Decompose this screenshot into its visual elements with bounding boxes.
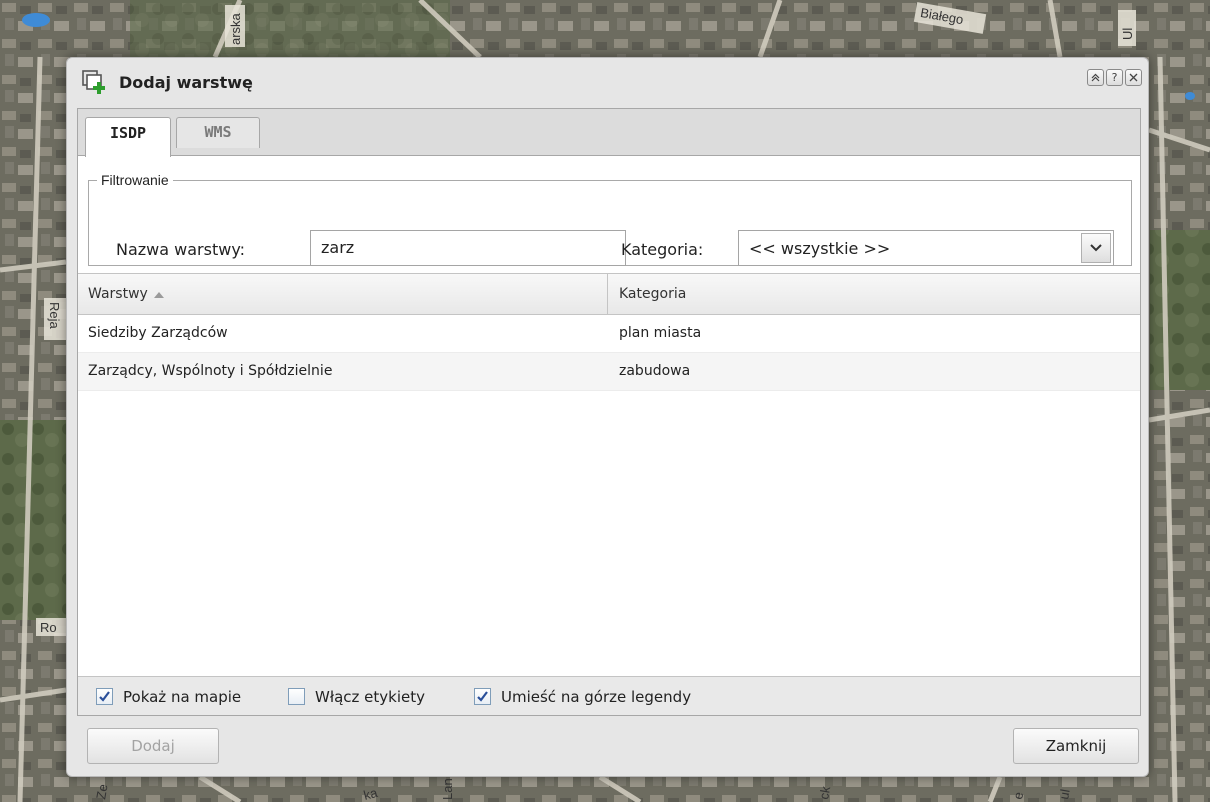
row-layer-name: Zarządcy, Wspólnoty i Spółdzielnie bbox=[88, 363, 333, 379]
category-select-value: << wszystkie >> bbox=[749, 239, 891, 258]
show-on-map-checkbox[interactable] bbox=[96, 688, 113, 705]
row-layer-name: Siedziby Zarządców bbox=[88, 325, 228, 341]
option-top-of-legend[interactable]: Umieść na górze legendy bbox=[474, 677, 691, 716]
map-label-reja: Reja bbox=[47, 302, 62, 330]
add-button[interactable]: Dodaj bbox=[87, 728, 219, 764]
map-label-arska: arska bbox=[228, 12, 243, 45]
row-category: plan miasta bbox=[619, 325, 702, 341]
options-bar: Pokaż na mapie Włącz etykiety Umieść na … bbox=[78, 676, 1140, 715]
top-of-legend-label: Umieść na górze legendy bbox=[501, 687, 692, 706]
add-layer-dialog: Dodaj warstwę ? ISDP WMS Filtrowanie Naz… bbox=[66, 57, 1149, 777]
map-label-lan: Lan bbox=[440, 778, 455, 800]
show-on-map-label: Pokaż na mapie bbox=[123, 687, 242, 706]
collapse-icon[interactable] bbox=[1087, 69, 1104, 86]
map-label-ze: Ze bbox=[93, 783, 110, 801]
column-separator[interactable] bbox=[607, 274, 608, 315]
sort-ascending-icon bbox=[153, 286, 164, 302]
enable-labels-label: Włącz etykiety bbox=[315, 687, 426, 706]
tab-isdp[interactable]: ISDP bbox=[85, 117, 171, 157]
map-label-ro: Ro bbox=[40, 620, 57, 635]
column-header-layers[interactable]: Warstwy bbox=[88, 286, 164, 302]
help-icon[interactable]: ? bbox=[1106, 69, 1123, 86]
category-select[interactable]: << wszystkie >> bbox=[738, 230, 1114, 266]
filter-legend: Filtrowanie bbox=[97, 172, 173, 188]
dialog-body: ISDP WMS Filtrowanie Nazwa warstwy: zarz… bbox=[77, 108, 1141, 716]
map-label-ul-top: Ul bbox=[1120, 28, 1135, 40]
layers-grid: Warstwy Kategoria Siedziby Zarządców pla… bbox=[78, 273, 1140, 676]
grid-header: Warstwy Kategoria bbox=[78, 274, 1140, 315]
row-category: zabudowa bbox=[619, 363, 691, 379]
table-row[interactable]: Siedziby Zarządców plan miasta bbox=[78, 315, 1140, 353]
option-enable-labels[interactable]: Włącz etykiety bbox=[288, 677, 425, 716]
column-header-category[interactable]: Kategoria bbox=[619, 286, 686, 302]
top-of-legend-checkbox[interactable] bbox=[474, 688, 491, 705]
table-row[interactable]: Zarządcy, Wspólnoty i Spółdzielnie zabud… bbox=[78, 353, 1140, 391]
dialog-tools: ? bbox=[1087, 69, 1142, 86]
tab-wms[interactable]: WMS bbox=[176, 117, 260, 148]
close-button[interactable]: Zamknij bbox=[1013, 728, 1139, 764]
enable-labels-checkbox[interactable] bbox=[288, 688, 305, 705]
dialog-titlebar[interactable]: Dodaj warstwę ? bbox=[67, 58, 1148, 106]
dialog-title: Dodaj warstwę bbox=[119, 73, 253, 92]
chevron-down-icon[interactable] bbox=[1081, 233, 1111, 263]
tab-strip: ISDP WMS bbox=[78, 109, 1140, 157]
layer-name-input[interactable]: zarz bbox=[310, 230, 626, 266]
category-label: Kategoria: bbox=[621, 240, 704, 259]
column-header-layers-label: Warstwy bbox=[88, 286, 148, 302]
close-icon[interactable] bbox=[1125, 69, 1142, 86]
layer-name-label: Nazwa warstwy: bbox=[116, 240, 246, 259]
option-show-on-map[interactable]: Pokaż na mapie bbox=[96, 677, 241, 716]
add-layer-icon bbox=[81, 69, 107, 95]
